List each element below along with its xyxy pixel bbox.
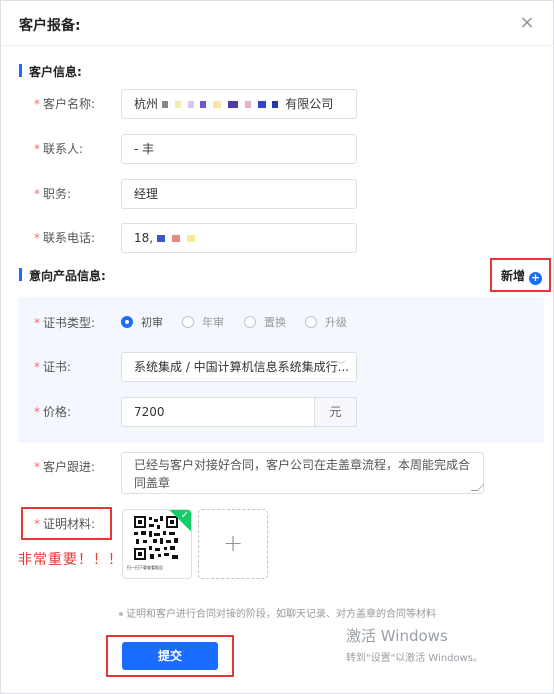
radio-option-2[interactable]: 年审 <box>182 315 224 331</box>
contact-label: * 联系人: <box>34 142 84 156</box>
radio-icon <box>121 316 133 328</box>
radio-option-1[interactable]: 初审 <box>121 315 163 331</box>
resize-handle-icon[interactable] <box>470 484 485 491</box>
followup-textarea[interactable]: 已经与客户对接好合同，客户公司在走盖章流程，本周能完成合同盖章 <box>121 452 485 494</box>
phone-input[interactable]: 18, <box>121 223 357 253</box>
product-section-label: 意向产品信息: <box>29 269 106 283</box>
section-marker <box>19 268 22 281</box>
customer-section-label: 客户信息: <box>29 65 82 79</box>
chevron-down-icon: ﹀ <box>336 361 346 372</box>
dialog-title: 客户报备: <box>19 18 81 34</box>
position-label: * 职务: <box>34 187 72 201</box>
header-divider <box>1 45 554 46</box>
annotation-box-proof <box>21 507 112 540</box>
uploaded-image-thumbnail[interactable]: ✓ 扫一扫下载查看报告 <box>122 509 192 579</box>
company-label: * 客户名称: <box>34 97 96 111</box>
proof-hint: 证明和客户进行合同对接的阶段，如聊天记录、对方盖章的合同等材料 <box>119 605 436 620</box>
windows-activation-watermark: 激活 Windows 转到"设置"以激活 Windows。 <box>346 627 484 664</box>
contact-input[interactable]: - 丰 <box>121 134 357 164</box>
dialog: 客户报备: × 客户信息: * 客户名称: 杭州 有限公司 * 联系人: - 丰 *… <box>0 0 554 694</box>
annotation-important-text: 非常重要！！！ <box>18 552 123 568</box>
close-icon[interactable]: × <box>515 11 539 35</box>
annotation-box-submit <box>106 635 234 677</box>
cert-type-label: * 证书类型: <box>34 316 96 330</box>
radio-icon <box>305 316 317 328</box>
bullet-icon <box>119 612 123 616</box>
radio-icon <box>182 316 194 328</box>
price-label: * 价格: <box>34 405 72 419</box>
price-unit: 元 <box>314 398 356 426</box>
position-input[interactable]: 经理 <box>121 179 357 209</box>
section-marker <box>19 64 22 77</box>
thumbnail-caption: 扫一扫下载查看报告 <box>127 565 163 570</box>
plus-icon: + <box>222 529 244 557</box>
price-input[interactable]: 7200 元 <box>121 397 357 427</box>
phone-label: * 联系电话: <box>34 231 96 245</box>
upload-button[interactable]: + <box>198 509 268 579</box>
customer-section-title: 客户信息: <box>19 63 82 80</box>
company-input[interactable]: 杭州 有限公司 <box>121 89 357 119</box>
followup-label: * 客户跟进: <box>34 460 96 474</box>
radio-option-4[interactable]: 升级 <box>305 315 347 331</box>
radio-option-3[interactable]: 置换 <box>244 315 286 331</box>
certificate-label: * 证书: <box>34 360 72 374</box>
check-icon: ✓ <box>180 510 189 521</box>
product-section-title: 意向产品信息: <box>19 267 106 284</box>
certificate-select[interactable]: 系统集成 / 中国计算机信息系统集成行... ﹀ <box>121 352 357 382</box>
radio-icon <box>244 316 256 328</box>
annotation-box-add <box>490 258 551 292</box>
